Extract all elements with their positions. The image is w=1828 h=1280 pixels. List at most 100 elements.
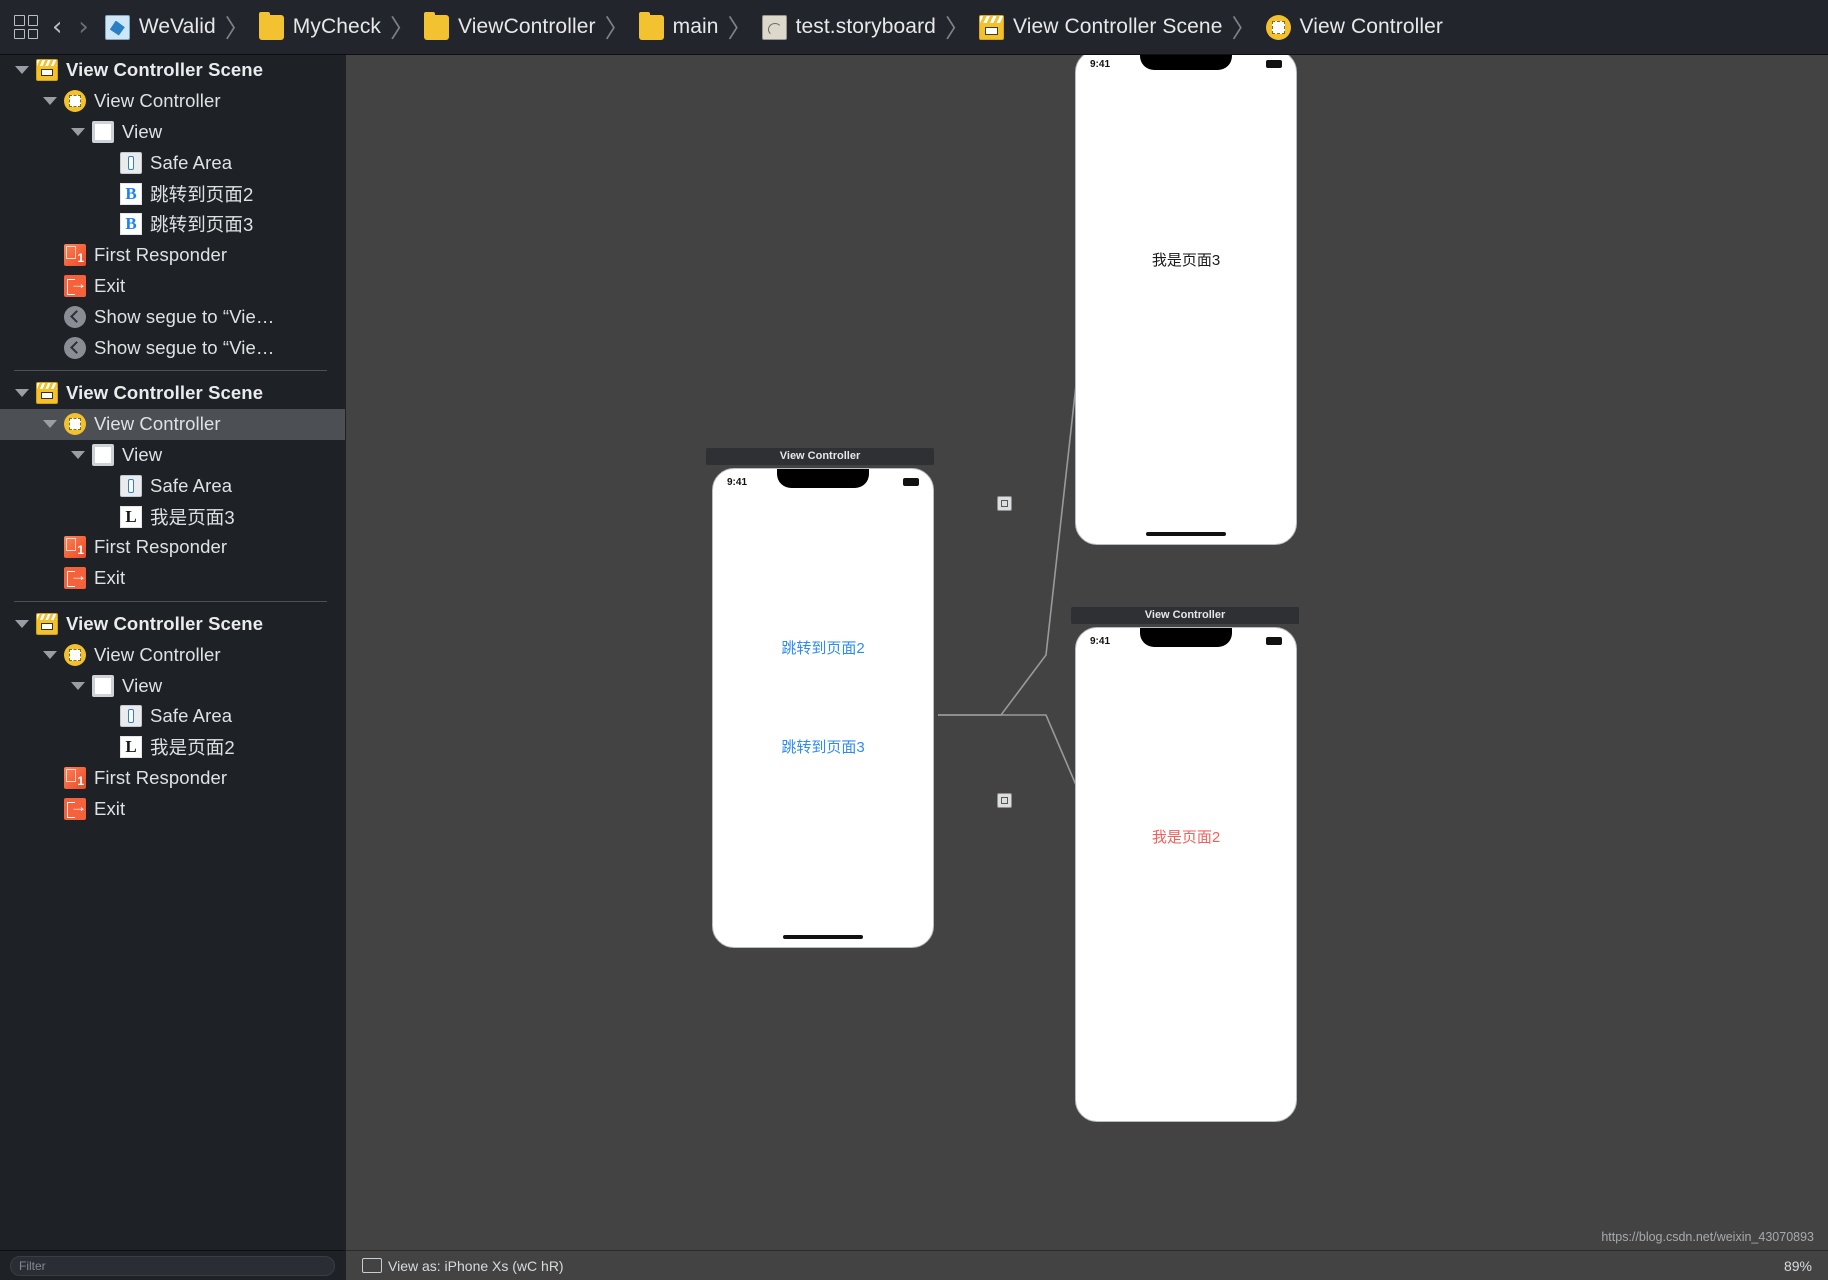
outline-row[interactable]: Exit [0, 563, 345, 594]
breadcrumb-item-mycheck[interactable]: MyCheck [258, 11, 381, 40]
storyboard-file-icon [761, 14, 787, 40]
breadcrumb-item-scene[interactable]: View Controller Scene [978, 14, 1223, 40]
back-button[interactable]: ‹ [52, 14, 62, 40]
chevron-down-icon[interactable] [42, 639, 58, 670]
view-icon [92, 674, 114, 697]
device-page2-view-controller[interactable]: 9:41 我是页面2 [1075, 627, 1297, 1122]
breadcrumb-item-storyboard[interactable]: test.storyboard [761, 14, 936, 40]
exit-icon [64, 274, 87, 297]
first-responder-icon: 1 [64, 766, 86, 789]
notch [1140, 55, 1232, 70]
segue-icon [64, 336, 86, 359]
outline-row[interactable]: Exit [0, 271, 345, 302]
status-time: 9:41 [1090, 58, 1111, 70]
segue-handle-page2[interactable] [997, 793, 1012, 808]
label-icon: L [120, 505, 142, 528]
outline-row[interactable]: Show segue to “Vie… [0, 332, 345, 363]
outline-row[interactable]: View Controller Scene [0, 378, 345, 409]
grid-icon[interactable] [14, 15, 38, 39]
zoom-level[interactable]: 89% [1784, 1258, 1812, 1274]
filter-input[interactable]: Filter [10, 1255, 335, 1276]
outline-row[interactable]: View [0, 440, 345, 471]
breadcrumb-item-wevalid[interactable]: WeValid [104, 14, 216, 40]
button-icon: B [120, 213, 142, 236]
battery-icon [1266, 60, 1282, 68]
scene-title-main: View Controller [706, 448, 934, 465]
outline-row[interactable]: B 跳转到页面2 [0, 178, 345, 209]
outline-row-label: 我是页面3 [150, 506, 235, 528]
canvas-button-page2[interactable]: 跳转到页面2 [713, 637, 933, 658]
storyboard-canvas[interactable]: View Controller 9:41 跳转到页面2 跳转到页面3 9:41 … [346, 55, 1828, 1250]
breadcrumb-item-main[interactable]: main [638, 11, 719, 40]
device-page3-view-controller[interactable]: 9:41 我是页面3 [1075, 55, 1297, 545]
view-controller-icon [64, 413, 86, 436]
canvas-label-page3[interactable]: 我是页面3 [1076, 249, 1296, 270]
view-controller-icon [1265, 14, 1291, 40]
chevron-down-icon[interactable] [14, 55, 30, 86]
outline-row[interactable]: View Controller [0, 639, 345, 670]
canvas-button-page3[interactable]: 跳转到页面3 [713, 736, 933, 757]
scene-title-page2: View Controller [1071, 607, 1299, 624]
outline-row-label: First Responder [94, 244, 228, 266]
breadcrumb-bar: ‹ › WeValid 〉 MyCheck 〉 ViewController 〉… [0, 0, 1828, 55]
watermark: https://blog.csdn.net/weixin_43070893 [1601, 1230, 1814, 1244]
forward-button[interactable]: › [78, 14, 88, 40]
chevron-down-icon[interactable] [14, 378, 30, 409]
outline-row[interactable]: B 跳转到页面3 [0, 209, 345, 240]
segue-handle-page3[interactable] [997, 496, 1012, 511]
chevron-down-icon[interactable] [70, 670, 86, 701]
outline-row-label: View Controller [94, 90, 221, 112]
breadcrumb-separator: 〉 [944, 14, 970, 43]
outline-row-label: View Controller [94, 643, 221, 665]
outline-row-label: 跳转到页面3 [150, 214, 254, 236]
chevron-down-icon[interactable] [14, 609, 30, 640]
home-indicator [1146, 532, 1226, 536]
view-as-control[interactable]: View as: iPhone Xs (wC hR) [362, 1258, 564, 1274]
outline-row[interactable]: View Controller [0, 86, 345, 117]
filter-placeholder: Filter [19, 1258, 46, 1273]
button-icon: B [120, 182, 142, 205]
outline-row[interactable]: View Controller Scene [0, 55, 345, 86]
notch [777, 469, 869, 488]
outline-row[interactable]: 1 First Responder [0, 240, 345, 271]
chevron-down-icon[interactable] [42, 409, 58, 440]
outline-row-label: Show segue to “Vie… [94, 336, 275, 358]
view-icon [92, 120, 114, 143]
first-responder-icon: 1 [64, 536, 86, 559]
canvas-label-page2[interactable]: 我是页面2 [1076, 826, 1296, 847]
scene-icon [36, 382, 58, 405]
safe-area-icon [120, 474, 142, 497]
document-outline[interactable]: View Controller Scene View Controller View… [0, 55, 345, 1250]
outline-row[interactable]: Show segue to “Vie… [0, 301, 345, 332]
chevron-down-icon[interactable] [70, 440, 86, 471]
outline-row[interactable]: View Controller [0, 408, 345, 440]
outline-row[interactable]: View Controller Scene [0, 609, 345, 640]
outline-row[interactable]: Safe Area [0, 701, 345, 732]
outline-row[interactable]: View [0, 670, 345, 701]
breadcrumb-item-view-controller[interactable]: View Controller [1265, 14, 1444, 40]
exit-icon [64, 566, 87, 590]
outline-row[interactable]: L 我是页面2 [0, 732, 345, 763]
status-time: 9:41 [727, 476, 748, 488]
outline-row[interactable]: L 我是页面3 [0, 501, 345, 532]
safe-area-icon [120, 705, 142, 728]
canvas-status-bar: View as: iPhone Xs (wC hR) 89% [346, 1250, 1828, 1280]
chevron-down-icon[interactable] [42, 86, 58, 117]
outline-row[interactable]: 1 First Responder [0, 763, 345, 794]
outline-row-label: Exit [94, 797, 126, 819]
outline-row-label: View [122, 674, 163, 696]
breadcrumb-item-viewcontroller-folder[interactable]: ViewController [424, 11, 596, 40]
device-main-view-controller[interactable]: 9:41 跳转到页面2 跳转到页面3 [712, 468, 934, 948]
outline-row[interactable]: Safe Area [0, 470, 345, 501]
home-indicator [783, 935, 863, 939]
outline-row-label: View [122, 443, 163, 465]
outline-row[interactable]: Exit [0, 793, 345, 824]
chevron-down-icon[interactable] [70, 117, 86, 148]
outline-row[interactable]: 1 First Responder [0, 532, 345, 563]
breadcrumb-separator: 〉 [224, 14, 250, 43]
outline-row[interactable]: Safe Area [0, 147, 345, 178]
outline-row[interactable]: View [0, 117, 345, 148]
